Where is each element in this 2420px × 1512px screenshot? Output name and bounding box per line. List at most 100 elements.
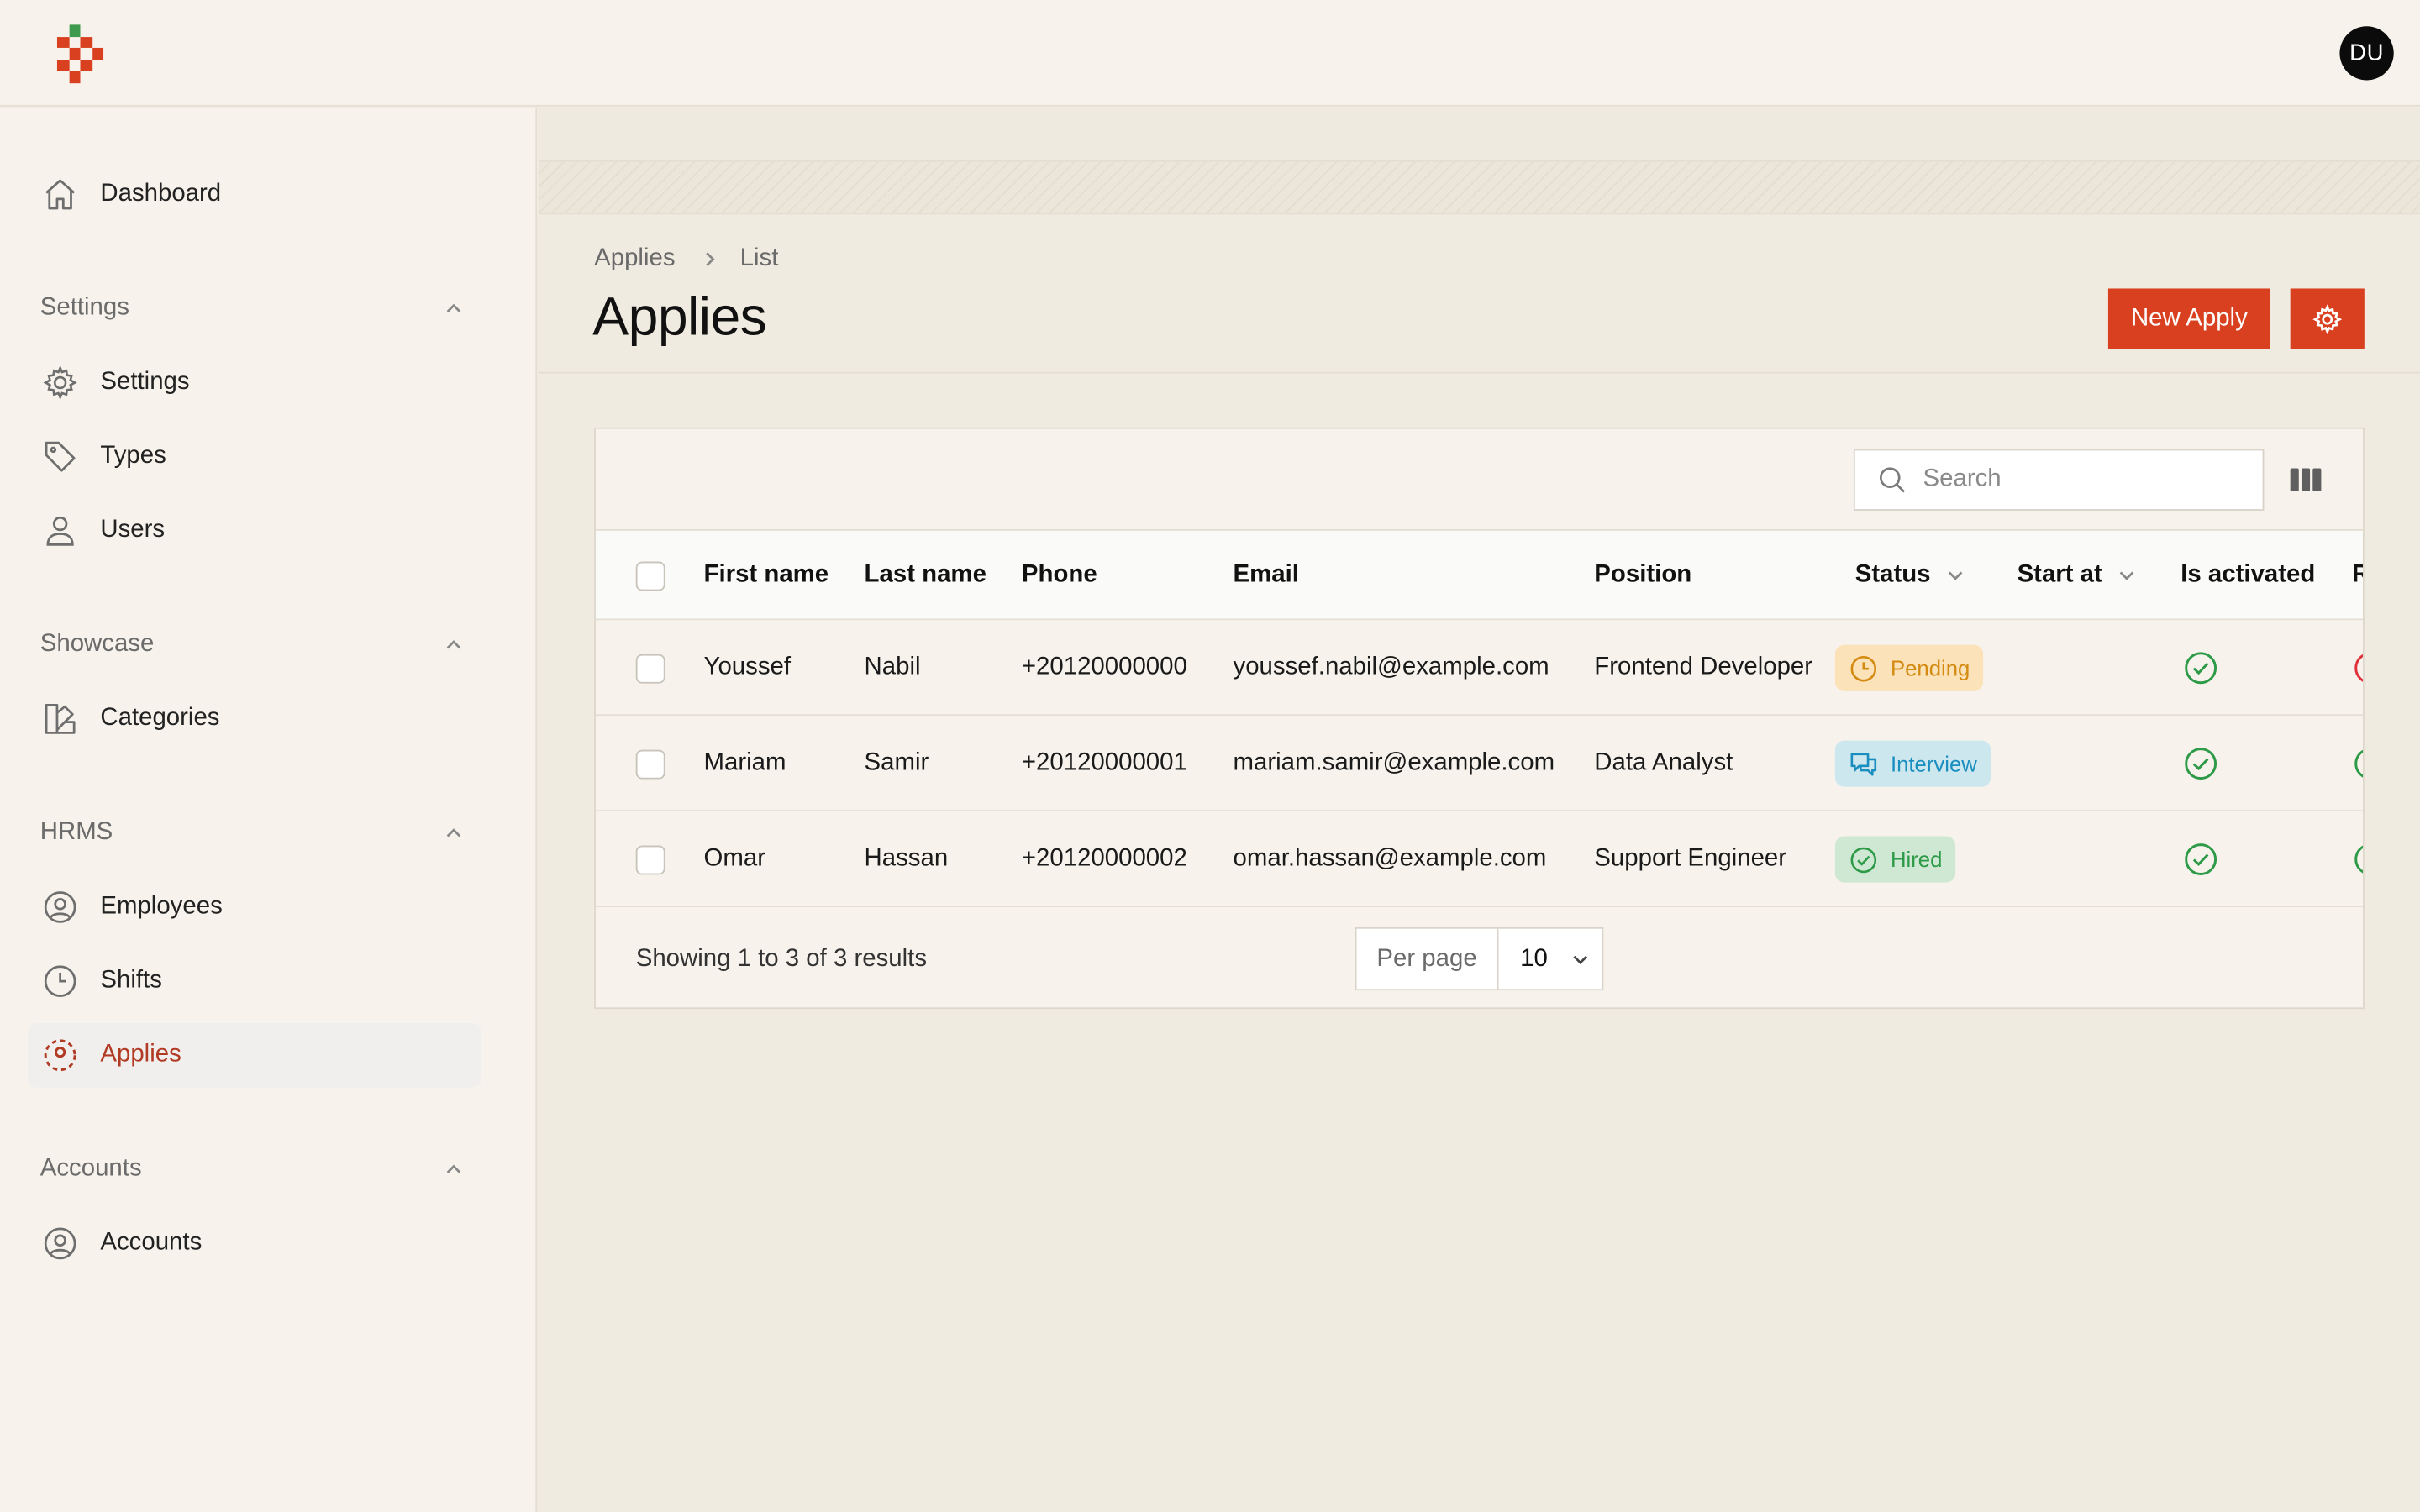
table-footer: Showing 1 to 3 of 3 results Per page 10 [596,909,2363,1008]
column-header-email[interactable]: Email [1234,531,1299,621]
status-label: Pending [1890,655,1970,680]
cell-phone: +20120000001 [1021,749,1187,776]
sidebar-item-label: Categories [100,705,220,732]
table-header: First name Last name Phone Email Positio… [595,530,2363,621]
search-box[interactable] [1853,449,2265,511]
group-label: Accounts [39,1155,142,1182]
chevron-down-icon [1573,954,1587,964]
group-hrms-header[interactable]: HRMS [40,815,472,852]
cell-email: omar.hassan@example.com [1233,845,1547,872]
sidebar-item-accounts[interactable]: Accounts [28,1211,481,1276]
status-badge: Pending [1834,644,1984,691]
check-circle-icon [2185,843,2217,875]
main-content: Applies List Applies New Apply First nam… [539,108,2420,1512]
chevron-up-icon [446,828,461,837]
column-header-position[interactable]: Position [1594,531,1691,621]
select-all-checkbox[interactable] [635,561,666,591]
cell-position: Data Analyst [1594,749,1733,776]
cell-email: youssef.nabil@example.com [1233,654,1549,680]
column-header-status[interactable]: Status [1855,531,1966,621]
sidebar-item-label: Accounts [100,1229,203,1257]
column-header-phone[interactable]: Phone [1022,531,1097,621]
cell-phone: +20120000000 [1021,654,1187,680]
tag-icon [42,438,79,475]
sidebar-item-employees[interactable]: Employees [28,874,481,939]
breadcrumb-parent[interactable]: Applies [594,245,675,273]
column-header-is-activated[interactable]: Is activated [2181,531,2315,621]
cell-email: mariam.samir@example.com [1233,749,1555,776]
breadcrumb: Applies List [594,245,778,273]
column-header-label: Status [1854,561,1931,588]
sidebar-item-label: Applies [100,1041,182,1068]
row-checkbox[interactable] [635,749,666,780]
row-checkbox[interactable] [635,654,666,684]
column-header-truncated[interactable]: R [2352,531,2363,621]
chat-icon [1850,752,1877,775]
user-avatar[interactable]: DU [2339,26,2394,81]
table-row[interactable]: Youssef Nabil +20120000000 youssef.nabil… [595,620,2363,717]
group-settings-header[interactable]: Settings [40,290,472,327]
dashed-user-circle-icon [42,1037,79,1074]
per-page-value: 10 [1520,944,1548,972]
per-page-select[interactable]: 10 [1498,929,1602,990]
group-accounts-header[interactable]: Accounts [40,1151,472,1188]
sidebar-item-label: Dashboard [100,180,222,207]
sidebar-item-settings[interactable]: Settings [28,350,481,415]
user-icon [42,512,79,549]
table-row[interactable]: Omar Hassan +20120000002 omar.hassan@exa… [595,811,2363,907]
per-page-control: Per page 10 [1355,927,1604,991]
sidebar-item-applies[interactable]: Applies [28,1022,482,1088]
table-row[interactable]: Mariam Samir +20120000001 mariam.samir@e… [595,716,2363,812]
cell-first-name: Mariam [703,749,786,776]
cell-last-name: Hassan [864,845,949,872]
group-showcase-header[interactable]: Showcase [40,627,472,664]
group-label: Showcase [39,631,155,658]
chevron-right-icon [707,252,716,266]
top-bar: DU [0,0,2420,107]
table-toolbar [595,429,2363,531]
search-input[interactable] [1923,465,2232,494]
new-apply-button[interactable]: New Apply [2107,288,2270,349]
swatch-icon [42,701,79,738]
sidebar-item-label: Shifts [100,967,162,994]
sidebar-item-users[interactable]: Users [28,498,481,563]
hatched-banner [539,161,2420,215]
column-header-last-name[interactable]: Last name [865,531,986,621]
chevron-down-icon [2119,571,2134,580]
settings-button[interactable] [2290,288,2365,349]
row-checkbox[interactable] [635,845,666,875]
status-label: Hired [1890,847,1943,872]
check-circle-icon [1850,846,1877,873]
cell-phone: +20120000002 [1021,845,1187,872]
gear-icon [2312,303,2343,334]
chevron-up-icon [446,303,461,312]
cell-position: Frontend Developer [1594,654,1813,680]
group-label: Settings [39,294,129,322]
sidebar-item-dashboard[interactable]: Dashboard [28,162,481,227]
sidebar-item-types[interactable]: Types [28,424,481,489]
sidebar-item-categories[interactable]: Categories [28,686,481,751]
column-header-start-at[interactable]: Start at [2018,531,2138,621]
search-icon [1879,467,1906,493]
sidebar: Dashboard Settings Settings Types Users … [0,108,538,1512]
cell-last-name: Samir [864,749,929,776]
cell-first-name: Youssef [703,654,792,680]
status-badge: Hired [1834,836,1956,883]
chevron-up-icon [446,1164,461,1173]
app-logo[interactable] [56,24,104,83]
column-header-first-name[interactable]: First name [704,531,829,621]
check-circle-icon [2354,749,2363,778]
columns-icon[interactable] [2289,463,2323,496]
table-card: First name Last name Phone Email Positio… [594,427,2365,1010]
user-circle-icon [42,1225,79,1262]
x-circle-icon [2354,654,2363,682]
sidebar-item-shifts[interactable]: Shifts [28,949,481,1014]
user-circle-icon [42,889,79,926]
sidebar-item-label: Employees [100,893,223,920]
page-title: Applies [592,286,767,348]
results-summary: Showing 1 to 3 of 3 results [635,945,928,973]
sidebar-item-label: Settings [100,368,190,396]
cell-last-name: Nabil [864,654,921,680]
cell-position: Support Engineer [1594,845,1787,872]
clock-icon [1850,655,1877,681]
